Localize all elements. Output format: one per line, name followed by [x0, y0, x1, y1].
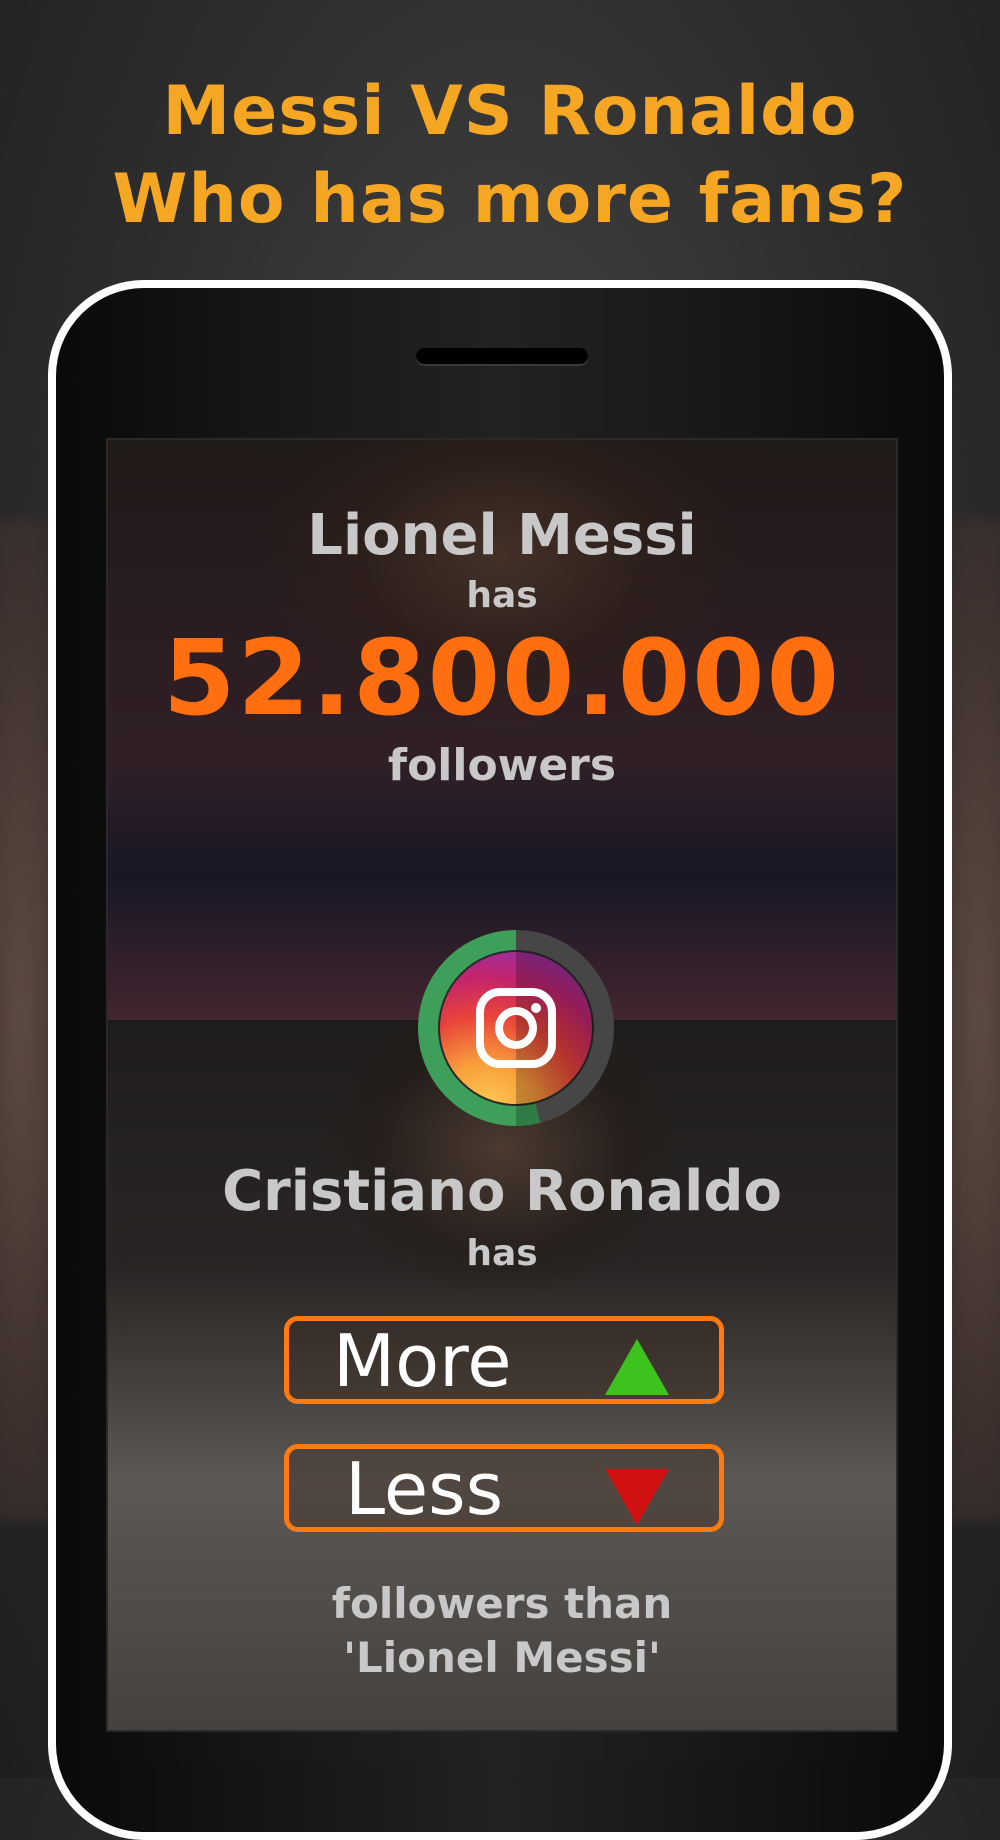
arrow-down-icon — [605, 1469, 669, 1525]
instagram-icon — [476, 988, 556, 1068]
phone-body: Lionel Messi has 52.800.000 followers Cr… — [56, 288, 944, 1832]
phone-speaker — [416, 348, 588, 364]
follower-count: 52.800.000 — [163, 617, 841, 739]
arrow-up-icon — [605, 1339, 669, 1395]
top-player-name: Lionel Messi — [307, 503, 697, 568]
phone-frame: Lionel Messi has 52.800.000 followers Cr… — [48, 280, 952, 1840]
more-button[interactable]: More — [284, 1316, 724, 1404]
countdown-ring — [418, 930, 614, 1126]
headline-line-2: Who has more fans? — [112, 160, 908, 239]
bottom-player-panel: Cristiano Ronaldo has More Less follower… — [108, 1020, 896, 1730]
headline: Messi VS Ronaldo Who has more fans? — [0, 68, 1000, 244]
more-button-label: More — [333, 1319, 512, 1403]
less-button[interactable]: Less — [284, 1444, 724, 1532]
bottom-player-name: Cristiano Ronaldo — [222, 1159, 782, 1224]
headline-line-1: Messi VS Ronaldo — [162, 72, 858, 151]
comparison-line-1: followers than — [331, 1579, 673, 1628]
phone-bottom-bezel — [56, 1762, 944, 1832]
comparison-line-2: 'Lionel Messi' — [343, 1633, 661, 1682]
followers-label: followers — [387, 740, 617, 791]
top-player-has-label: has — [466, 575, 538, 616]
game-screen: Lionel Messi has 52.800.000 followers Cr… — [106, 438, 898, 1732]
less-button-label: Less — [345, 1447, 504, 1531]
bottom-player-has-label: has — [466, 1233, 538, 1274]
